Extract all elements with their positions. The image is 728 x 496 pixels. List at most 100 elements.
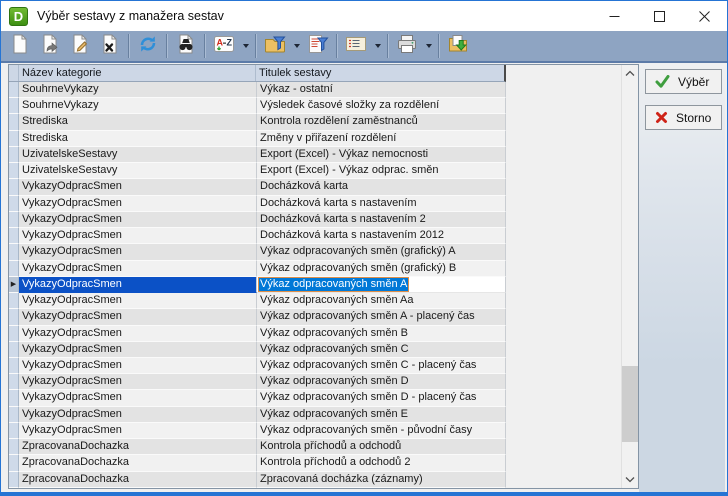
- table-row[interactable]: VykazyOdpracSmenVýkaz odpracovaných směn…: [9, 342, 506, 358]
- select-button[interactable]: Výběr: [645, 69, 722, 94]
- maximize-button[interactable]: [637, 1, 682, 31]
- title-cell[interactable]: Docházková karta: [257, 179, 506, 195]
- export-button[interactable]: [443, 32, 473, 60]
- columns-button[interactable]: [341, 32, 371, 60]
- title-cell[interactable]: Export (Excel) - Výkaz nemocnosti: [257, 147, 506, 163]
- category-cell[interactable]: ZpracovanaDochazka: [19, 455, 257, 471]
- minimize-button[interactable]: [592, 1, 637, 31]
- category-cell[interactable]: VykazyOdpracSmen: [19, 309, 257, 325]
- category-cell[interactable]: VykazyOdpracSmen: [19, 358, 257, 374]
- table-row[interactable]: VykazyOdpracSmenVýkaz odpracovaných směn…: [9, 309, 506, 325]
- table-row[interactable]: ▶VykazyOdpracSmenVýkaz odpracovaných smě…: [9, 277, 506, 293]
- table-row[interactable]: VykazyOdpracSmenVýkaz odpracovaných směn…: [9, 423, 506, 439]
- title-cell[interactable]: Změny v přiřazení rozdělení: [257, 131, 506, 147]
- title-cell[interactable]: Docházková karta s nastavením: [257, 196, 506, 212]
- sort-az-dropdown-button[interactable]: [239, 32, 252, 60]
- new-report-button[interactable]: [5, 32, 35, 60]
- title-cell[interactable]: Výkaz odpracovaných směn C - placený čas: [257, 358, 506, 374]
- table-row[interactable]: ZpracovanaDochazkaKontrola příchodů a od…: [9, 439, 506, 455]
- table-row[interactable]: VykazyOdpracSmenVýkaz odpracovaných směn…: [9, 326, 506, 342]
- category-cell[interactable]: VykazyOdpracSmen: [19, 326, 257, 342]
- category-cell[interactable]: Strediska: [19, 114, 257, 130]
- table-row[interactable]: VykazyOdpracSmenDocházková karta: [9, 179, 506, 195]
- title-cell[interactable]: Zpracovaná docházka (záznamy): [257, 472, 506, 488]
- table-row[interactable]: VykazyOdpracSmenVýkaz odpracovaných směn…: [9, 244, 506, 260]
- columns-dropdown-button[interactable]: [371, 32, 384, 60]
- table-row[interactable]: SouhrneVykazyVýsledek časové složky za r…: [9, 98, 506, 114]
- table-row[interactable]: VykazyOdpracSmenDocházková karta s nasta…: [9, 196, 506, 212]
- table-row[interactable]: UzivatelskeSestavyExport (Excel) - Výkaz…: [9, 163, 506, 179]
- category-cell[interactable]: VykazyOdpracSmen: [19, 374, 257, 390]
- table-row[interactable]: VykazyOdpracSmenVýkaz odpracovaných směn…: [9, 358, 506, 374]
- scroll-down-button[interactable]: [622, 471, 638, 488]
- title-cell[interactable]: Výkaz odpracovaných směn D - placený čas: [257, 390, 506, 406]
- table-row[interactable]: VykazyOdpracSmenDocházková karta s nasta…: [9, 212, 506, 228]
- title-cell[interactable]: Výsledek časové složky za rozdělení: [257, 98, 506, 114]
- filter-button[interactable]: [260, 32, 290, 60]
- close-button[interactable]: [682, 1, 727, 31]
- scrollbar-thumb[interactable]: [622, 366, 638, 442]
- title-cell[interactable]: Výkaz odpracovaných směn D: [257, 374, 506, 390]
- print-button[interactable]: [392, 32, 422, 60]
- table-row[interactable]: UzivatelskeSestavyExport (Excel) - Výkaz…: [9, 147, 506, 163]
- table-row[interactable]: VykazyOdpracSmenVýkaz odpracovaných směn…: [9, 374, 506, 390]
- table-row[interactable]: SouhrneVykazyVýkaz - ostatní: [9, 82, 506, 98]
- title-cell[interactable]: Výkaz odpracovaných směn A - placený čas: [257, 309, 506, 325]
- title-cell[interactable]: Výkaz - ostatní: [257, 82, 506, 98]
- title-cell[interactable]: Výkaz odpracovaných směn E: [257, 407, 506, 423]
- title-cell[interactable]: Kontrola příchodů a odchodů: [257, 439, 506, 455]
- title-cell[interactable]: Výkaz odpracovaných směn A: [257, 277, 506, 293]
- table-row[interactable]: VykazyOdpracSmenVýkaz odpracovaných směn…: [9, 390, 506, 406]
- category-cell[interactable]: VykazyOdpracSmen: [19, 293, 257, 309]
- category-cell[interactable]: VykazyOdpracSmen: [19, 390, 257, 406]
- print-dropdown-button[interactable]: [422, 32, 435, 60]
- category-cell[interactable]: VykazyOdpracSmen: [19, 179, 257, 195]
- table-row[interactable]: ZpracovanaDochazkaKontrola příchodů a od…: [9, 455, 506, 471]
- refresh-button[interactable]: [133, 32, 163, 60]
- title-cell[interactable]: Výkaz odpracovaných směn B: [257, 326, 506, 342]
- category-cell[interactable]: VykazyOdpracSmen: [19, 196, 257, 212]
- category-cell[interactable]: ZpracovanaDochazka: [19, 472, 257, 488]
- sort-az-button[interactable]: AZ: [209, 32, 239, 60]
- category-cell[interactable]: Strediska: [19, 131, 257, 147]
- find-button[interactable]: [171, 32, 201, 60]
- selected-title-editor[interactable]: Výkaz odpracovaných směn A: [258, 277, 409, 292]
- filter-list-button[interactable]: [303, 32, 333, 60]
- category-cell[interactable]: ZpracovanaDochazka: [19, 439, 257, 455]
- title-cell[interactable]: Výkaz odpracovaných směn C: [257, 342, 506, 358]
- title-cell[interactable]: Export (Excel) - Výkaz odprac. směn: [257, 163, 506, 179]
- category-cell[interactable]: VykazyOdpracSmen: [19, 212, 257, 228]
- table-row[interactable]: VykazyOdpracSmenVýkaz odpracovaných směn…: [9, 407, 506, 423]
- category-cell[interactable]: VykazyOdpracSmen: [19, 277, 257, 293]
- title-cell[interactable]: Výkaz odpracovaných směn - původní časy: [257, 423, 506, 439]
- category-cell[interactable]: UzivatelskeSestavy: [19, 147, 257, 163]
- category-cell[interactable]: VykazyOdpracSmen: [19, 342, 257, 358]
- copy-report-button[interactable]: [35, 32, 65, 60]
- filter-dropdown-button[interactable]: [290, 32, 303, 60]
- category-cell[interactable]: SouhrneVykazy: [19, 82, 257, 98]
- column-header-title[interactable]: Titulek sestavy: [256, 65, 504, 81]
- title-cell[interactable]: Docházková karta s nastavením 2: [257, 212, 506, 228]
- table-row[interactable]: ZpracovanaDochazkaZpracovaná docházka (z…: [9, 472, 506, 488]
- category-cell[interactable]: VykazyOdpracSmen: [19, 228, 257, 244]
- table-row[interactable]: VykazyOdpracSmenVýkaz odpracovaných směn…: [9, 293, 506, 309]
- edit-report-button[interactable]: [65, 32, 95, 60]
- category-cell[interactable]: UzivatelskeSestavy: [19, 163, 257, 179]
- title-cell[interactable]: Výkaz odpracovaných směn Aa: [257, 293, 506, 309]
- title-cell[interactable]: Výkaz odpracovaných směn (grafický) A: [257, 244, 506, 260]
- delete-report-button[interactable]: [95, 32, 125, 60]
- table-row[interactable]: VykazyOdpracSmenVýkaz odpracovaných směn…: [9, 261, 506, 277]
- title-cell[interactable]: Kontrola příchodů a odchodů 2: [257, 455, 506, 471]
- category-cell[interactable]: VykazyOdpracSmen: [19, 423, 257, 439]
- category-cell[interactable]: VykazyOdpracSmen: [19, 244, 257, 260]
- category-cell[interactable]: VykazyOdpracSmen: [19, 407, 257, 423]
- cancel-button[interactable]: Storno: [645, 105, 722, 130]
- table-row[interactable]: VykazyOdpracSmenDocházková karta s nasta…: [9, 228, 506, 244]
- vertical-scrollbar[interactable]: [621, 65, 638, 488]
- column-header-category[interactable]: Název kategorie: [19, 65, 256, 81]
- table-row[interactable]: StrediskaZměny v přiřazení rozdělení: [9, 131, 506, 147]
- scroll-up-button[interactable]: [622, 65, 638, 82]
- table-row[interactable]: StrediskaKontrola rozdělení zaměstnanců: [9, 114, 506, 130]
- title-cell[interactable]: Docházková karta s nastavením 2012: [257, 228, 506, 244]
- title-cell[interactable]: Kontrola rozdělení zaměstnanců: [257, 114, 506, 130]
